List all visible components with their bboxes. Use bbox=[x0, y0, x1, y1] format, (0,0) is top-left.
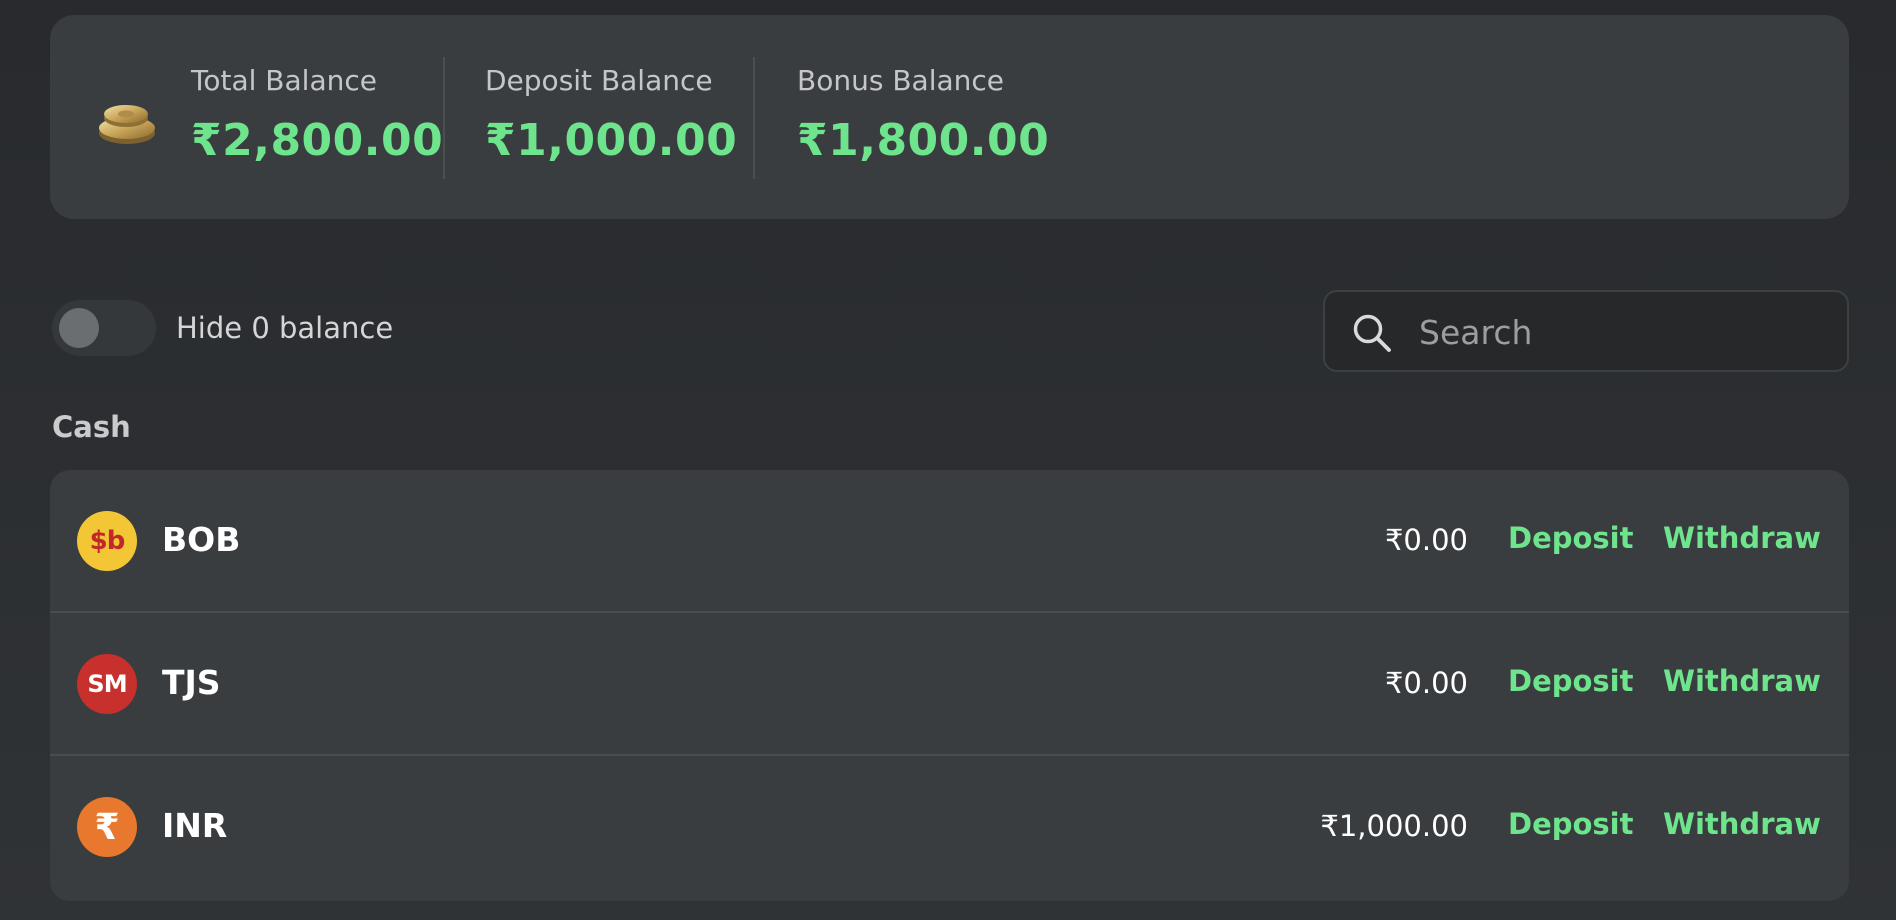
total-balance: Total Balance ₹2,800.00 bbox=[191, 15, 443, 219]
wallet-page: Total Balance ₹2,800.00 Deposit Balance … bbox=[0, 0, 1896, 920]
currency-amount: ₹0.00 bbox=[1384, 666, 1468, 700]
bonus-balance-value: ₹1,800.00 bbox=[797, 115, 1050, 166]
deposit-balance-value: ₹1,000.00 bbox=[485, 115, 738, 166]
hide-zero-balance-label: Hide 0 balance bbox=[176, 311, 394, 345]
deposit-button[interactable]: Deposit bbox=[1508, 521, 1634, 555]
balance-divider bbox=[753, 57, 755, 179]
deposit-balance-label: Deposit Balance bbox=[485, 64, 713, 97]
search-box[interactable] bbox=[1323, 290, 1849, 372]
bob-currency-icon: $b bbox=[77, 511, 137, 571]
withdraw-button[interactable]: Withdraw bbox=[1663, 807, 1821, 841]
currency-code: BOB bbox=[162, 520, 241, 559]
withdraw-button[interactable]: Withdraw bbox=[1663, 521, 1821, 555]
currency-code: TJS bbox=[162, 663, 221, 702]
search-icon bbox=[1353, 314, 1391, 352]
deposit-balance: Deposit Balance ₹1,000.00 bbox=[485, 15, 737, 219]
currency-row-inr: ₹ INR ₹1,000.00 Deposit Withdraw bbox=[50, 756, 1849, 899]
currency-amount: ₹0.00 bbox=[1384, 523, 1468, 557]
deposit-button[interactable]: Deposit bbox=[1508, 807, 1634, 841]
balance-summary-card: Total Balance ₹2,800.00 Deposit Balance … bbox=[50, 15, 1849, 219]
hide-zero-balance-toggle[interactable] bbox=[52, 300, 156, 356]
coin-stack-icon bbox=[99, 105, 155, 144]
currency-row-tjs: SM TJS ₹0.00 Deposit Withdraw bbox=[50, 613, 1849, 756]
bonus-balance-label: Bonus Balance bbox=[797, 64, 1004, 97]
tjs-currency-icon: SM bbox=[77, 654, 137, 714]
currency-row-bob: $b BOB ₹0.00 Deposit Withdraw bbox=[50, 470, 1849, 613]
section-title-cash: Cash bbox=[52, 410, 131, 444]
deposit-button[interactable]: Deposit bbox=[1508, 664, 1634, 698]
search-input[interactable] bbox=[1419, 308, 1819, 356]
currency-list: $b BOB ₹0.00 Deposit Withdraw SM TJS ₹0.… bbox=[50, 470, 1849, 901]
currency-code: INR bbox=[162, 806, 228, 845]
total-balance-label: Total Balance bbox=[191, 64, 377, 97]
inr-currency-icon: ₹ bbox=[77, 797, 137, 857]
currency-amount: ₹1,000.00 bbox=[1320, 809, 1468, 843]
balance-divider bbox=[443, 57, 445, 179]
toggle-knob bbox=[59, 308, 99, 348]
total-balance-value: ₹2,800.00 bbox=[191, 115, 444, 166]
bonus-balance: Bonus Balance ₹1,800.00 bbox=[797, 15, 1049, 219]
withdraw-button[interactable]: Withdraw bbox=[1663, 664, 1821, 698]
